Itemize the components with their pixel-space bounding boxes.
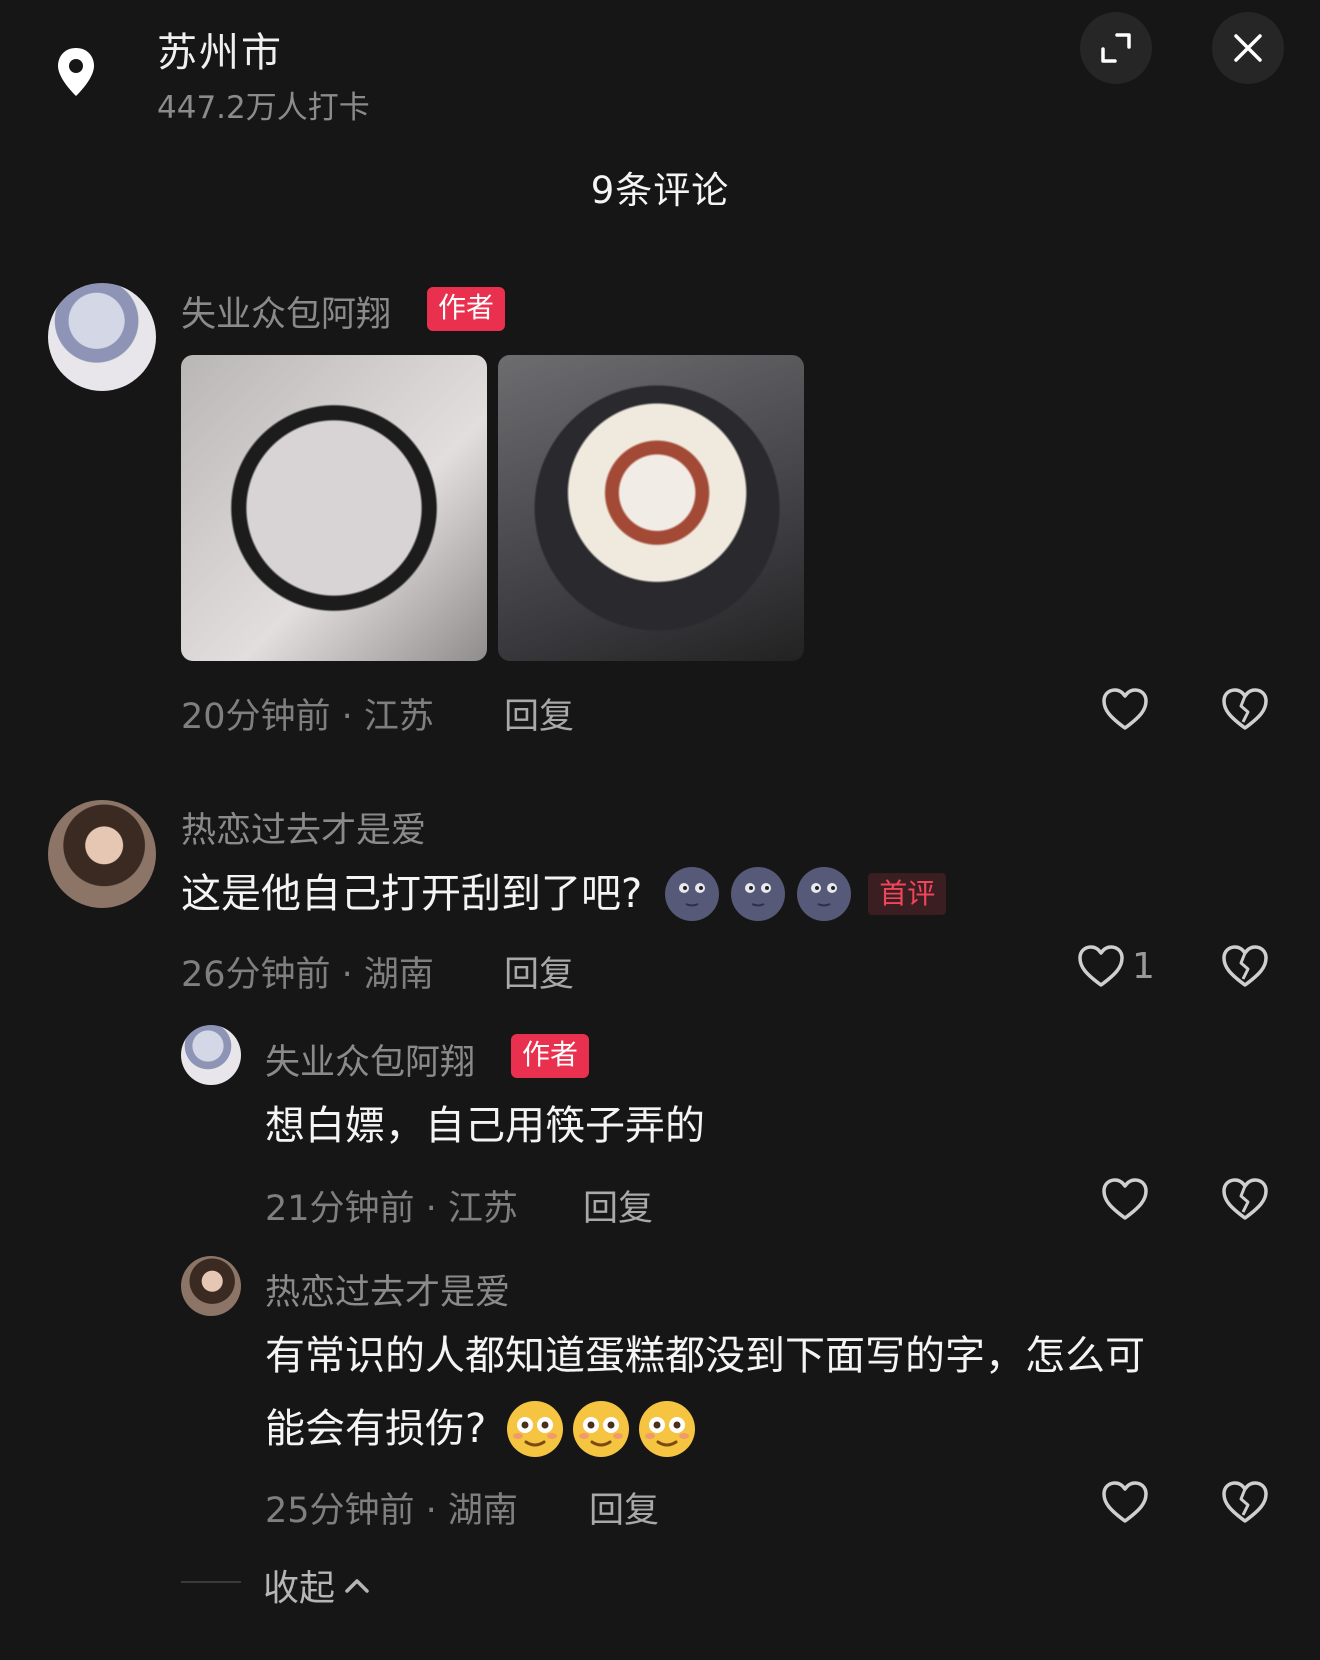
expand-icon: [1101, 33, 1131, 63]
reply-button[interactable]: 回复: [504, 688, 574, 739]
cake-box-photo[interactable]: [181, 355, 487, 661]
author-badge: 作者: [511, 1034, 590, 1078]
avatar[interactable]: [48, 283, 156, 391]
reply-author[interactable]: 失业众包阿翔: [265, 1034, 475, 1085]
comment-text: 这是他自己打开刮到了吧?: [181, 871, 643, 917]
flushed-face-emoji: [507, 1401, 564, 1457]
author-badge: 作者: [427, 287, 506, 331]
chevron-up-icon: [345, 1579, 369, 1593]
reply-text: 想白嫖，自己用筷子弄的: [265, 1103, 705, 1149]
location-pin-icon: [58, 48, 94, 96]
moon-face-emoji: [797, 867, 852, 921]
comment-count-title: 9条评论: [590, 169, 730, 212]
collapse-button[interactable]: 收起: [263, 1559, 371, 1611]
dislike-broken-heart-icon[interactable]: [1220, 1479, 1270, 1525]
reply-author[interactable]: 热恋过去才是爱: [265, 1264, 510, 1315]
comment-meta: 20分钟前 · 江苏: [181, 697, 434, 737]
reply-meta: 21分钟前 · 江苏: [265, 1189, 518, 1229]
reply-button[interactable]: 回复: [583, 1180, 653, 1231]
close-button[interactable]: [1212, 12, 1284, 84]
like-heart-icon[interactable]: [1100, 686, 1150, 732]
dislike-broken-heart-icon[interactable]: [1220, 686, 1270, 732]
like-heart-icon[interactable]: [1076, 943, 1126, 989]
avatar[interactable]: [181, 1025, 241, 1085]
like-heart-icon[interactable]: [1100, 1176, 1150, 1222]
reply-text-line1: 有常识的人都知道蛋糕都没到下面写的字，怎么可: [265, 1333, 1145, 1379]
expand-button[interactable]: [1080, 12, 1152, 84]
dislike-broken-heart-icon[interactable]: [1220, 943, 1270, 989]
reply-meta: 25分钟前 · 湖南: [265, 1491, 518, 1531]
comment-author[interactable]: 失业众包阿翔: [181, 286, 391, 337]
collapse-label: 收起: [263, 1568, 336, 1609]
flushed-face-emoji: [573, 1401, 630, 1457]
first-comment-badge: 首评: [868, 873, 947, 915]
close-icon: [1234, 34, 1262, 62]
comment-body: 这是他自己打开刮到了吧? 首评: [181, 858, 947, 930]
like-heart-icon[interactable]: [1100, 1479, 1150, 1525]
moon-face-emoji: [665, 867, 720, 921]
location-title: 苏州市: [157, 30, 283, 76]
avatar[interactable]: [48, 800, 156, 908]
reply-button[interactable]: 回复: [504, 946, 574, 997]
flushed-face-emoji: [639, 1401, 696, 1457]
collapse-divider: [181, 1581, 241, 1583]
moon-face-emoji: [731, 867, 786, 921]
dislike-broken-heart-icon[interactable]: [1220, 1176, 1270, 1222]
reply-text-line2-row: 能会有损伤?: [265, 1393, 698, 1465]
avatar[interactable]: [181, 1256, 241, 1316]
birthday-cake-photo[interactable]: [498, 355, 804, 661]
reply-text-line2: 能会有损伤?: [265, 1406, 487, 1452]
comment-meta: 26分钟前 · 湖南: [181, 955, 434, 995]
comment-author[interactable]: 热恋过去才是爱: [181, 802, 426, 853]
checkin-count: 447.2万人打卡: [157, 90, 370, 126]
like-count: 1: [1132, 946, 1155, 987]
reply-button[interactable]: 回复: [589, 1482, 659, 1533]
